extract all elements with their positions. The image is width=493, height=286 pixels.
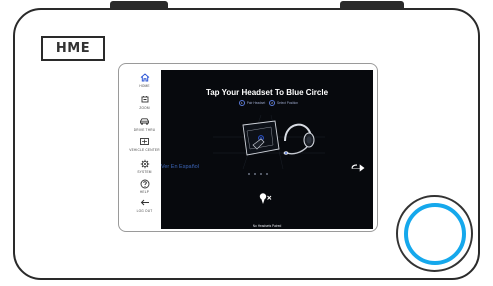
step-label-2: Select Position: [277, 100, 299, 105]
sidebar-item-system[interactable]: SYSTEM: [128, 159, 161, 174]
no-headset-icon: [259, 193, 272, 204]
headset-pairing-illustration: [213, 114, 325, 169]
sidebar-item-label: LOG OUT: [136, 209, 153, 213]
logout-icon: [128, 198, 161, 209]
sidebar-item-label: VEHICLE CENTER: [129, 148, 160, 152]
main-panel: Tap Your Headset To Blue Circle 1 Pair H…: [161, 70, 373, 229]
sidebar-item-label: HOME: [139, 84, 150, 88]
car-icon: [128, 117, 161, 128]
sidebar-nav: HOME ZOOM DRIVE THRU VEHICLE CENTER SYST…: [128, 70, 161, 230]
language-link[interactable]: Ver En Español: [161, 164, 199, 170]
sidebar-item-zoom[interactable]: ZOOM: [128, 95, 161, 110]
sidebar-item-help[interactable]: HELP: [128, 179, 161, 194]
device-top-button-left: [110, 1, 168, 8]
pairing-circle-ring: [403, 202, 466, 265]
pairing-circle-button[interactable]: [396, 195, 473, 272]
sidebar-item-home[interactable]: HOME: [128, 73, 161, 88]
page-dot: [248, 173, 250, 175]
step-number-2: 2: [269, 100, 276, 106]
sidebar-item-drive-thru[interactable]: DRIVE THRU: [128, 117, 161, 132]
gear-icon: [128, 159, 161, 170]
next-arrow-icon[interactable]: [351, 162, 365, 172]
sidebar-item-log-out[interactable]: LOG OUT: [128, 198, 161, 213]
sidebar-item-label: HELP: [139, 190, 150, 194]
vehicle-center-icon: [128, 137, 161, 148]
page-dot: [254, 173, 256, 175]
step-label-1: Pair Headset: [246, 100, 266, 105]
sidebar-item-label: DRIVE THRU: [133, 128, 156, 132]
brand-logo-text: HME: [55, 41, 91, 56]
pairing-status: No Headsets Paired: [252, 224, 282, 228]
page-dot: [260, 173, 262, 175]
device-stage: HME HOME ZOOM DRIVE THRU VEHICLE CENTER …: [0, 0, 493, 286]
help-icon: [128, 179, 161, 190]
device-top-button-right: [340, 1, 404, 8]
sidebar-item-label: ZOOM: [139, 106, 150, 110]
step-number-1: 1: [238, 100, 245, 106]
page-dot: [266, 173, 268, 175]
brand-logo: HME: [41, 36, 105, 61]
zoom-icon: [128, 95, 161, 106]
sidebar-item-vehicle-center[interactable]: VEHICLE CENTER: [128, 137, 161, 152]
page-dots: [248, 173, 278, 176]
sidebar-item-label: SYSTEM: [137, 170, 152, 174]
home-icon: [128, 73, 161, 84]
page-title: Tap Your Headset To Blue Circle: [205, 88, 329, 97]
step-indicator: 1 Pair Headset 2 Select Position: [161, 100, 373, 106]
